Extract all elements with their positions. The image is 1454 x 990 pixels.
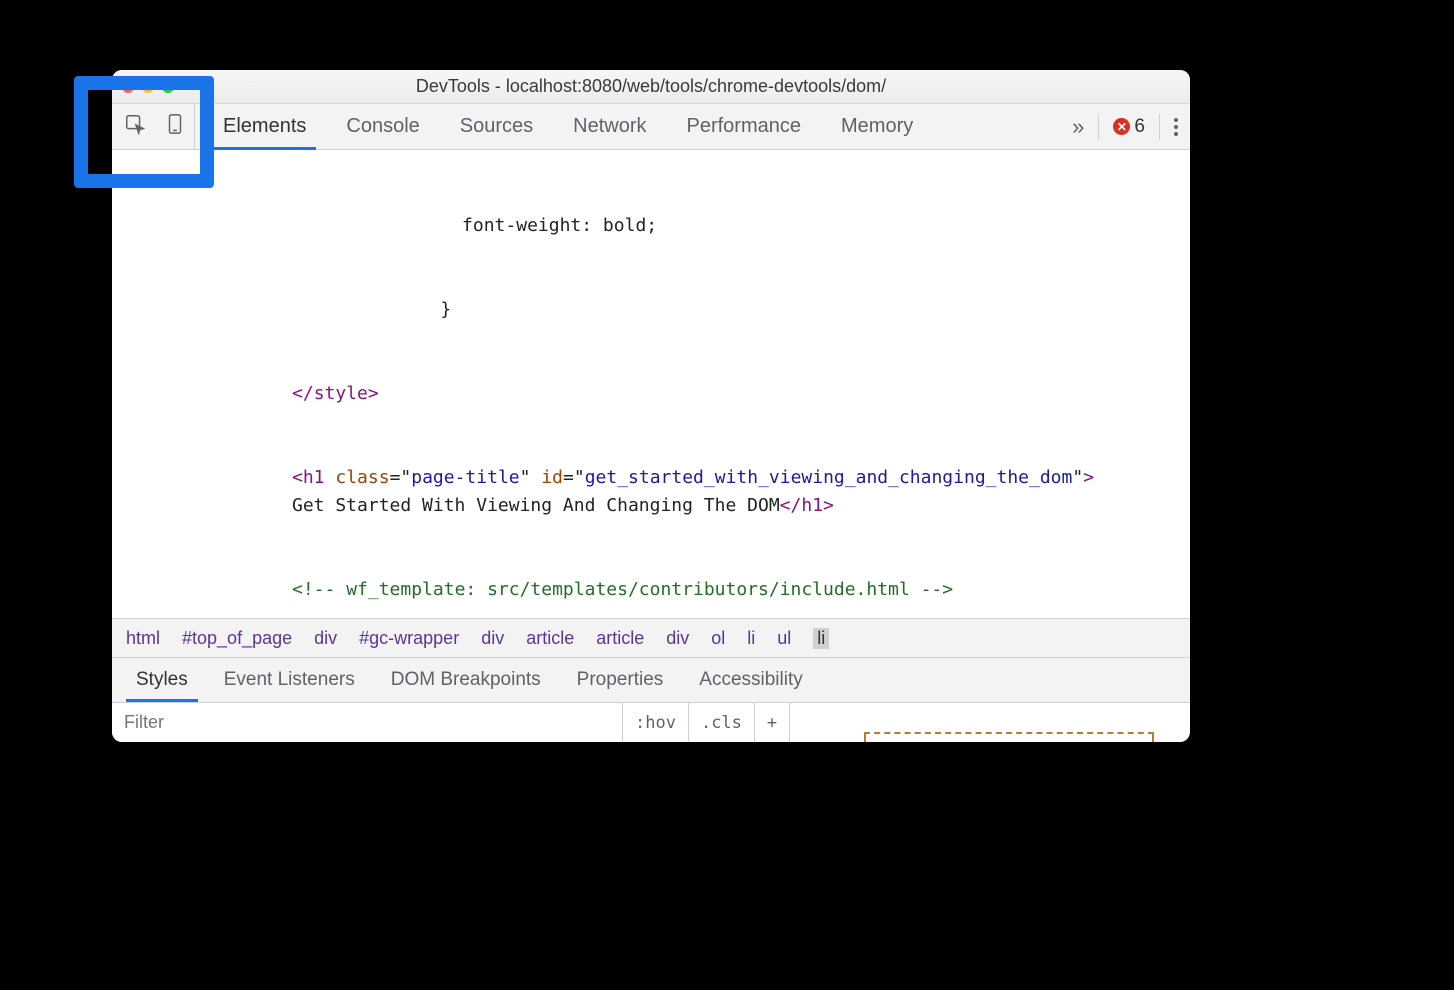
code-line[interactable]: font-weight: bold; [112, 212, 1190, 240]
tab-network[interactable]: Network [553, 104, 666, 149]
code-line[interactable]: <!-- wf_template: src/templates/contribu… [112, 576, 1190, 604]
crumb[interactable]: article [596, 628, 644, 649]
elements-tree[interactable]: font-weight: bold; } </style> <h1 class=… [112, 150, 1190, 618]
crumb[interactable]: article [526, 628, 574, 649]
styles-filter-row: :hov .cls + [112, 702, 1190, 742]
styles-tab-styles[interactable]: Styles [118, 658, 206, 702]
settings-menu-button[interactable] [1159, 114, 1178, 140]
hov-toggle[interactable]: :hov [622, 703, 688, 742]
tab-console[interactable]: Console [326, 104, 439, 149]
devtools-window: DevTools - localhost:8080/web/tools/chro… [112, 70, 1190, 742]
box-model-margin-outline [864, 732, 1154, 742]
tab-performance[interactable]: Performance [667, 104, 822, 149]
crumb[interactable]: #gc-wrapper [359, 628, 459, 649]
error-badge[interactable]: ✕ 6 [1098, 114, 1145, 140]
dom-breadcrumb[interactable]: html #top_of_page div #gc-wrapper div ar… [112, 618, 1190, 658]
styles-tabs: Styles Event Listeners DOM Breakpoints P… [112, 658, 1190, 702]
more-tabs-icon[interactable]: » [1072, 114, 1084, 140]
styles-tab-dombreakpoints[interactable]: DOM Breakpoints [373, 658, 559, 702]
crumb[interactable]: div [481, 628, 504, 649]
styles-tab-accessibility[interactable]: Accessibility [681, 658, 820, 702]
code-line[interactable]: <h1 class="page-title" id="get_started_w… [112, 464, 1190, 520]
tab-sources[interactable]: Sources [440, 104, 553, 149]
device-toggle-icon[interactable] [164, 113, 186, 141]
window-title: DevTools - localhost:8080/web/tools/chro… [112, 76, 1190, 97]
crumb[interactable]: div [666, 628, 689, 649]
crumb-selected[interactable]: li [813, 628, 829, 649]
error-icon: ✕ [1113, 118, 1130, 135]
crumb[interactable]: ol [711, 628, 725, 649]
code-line[interactable]: } [112, 296, 1190, 324]
tab-memory[interactable]: Memory [821, 104, 933, 149]
styles-tab-properties[interactable]: Properties [559, 658, 682, 702]
code-line[interactable]: </style> [112, 380, 1190, 408]
kebab-icon [1174, 118, 1178, 136]
crumb[interactable]: li [747, 628, 755, 649]
box-model-area [790, 703, 1190, 742]
main-toolbar: Elements Console Sources Network Perform… [112, 104, 1190, 150]
cls-toggle[interactable]: .cls [688, 703, 754, 742]
inspect-element-icon[interactable] [124, 113, 146, 141]
tab-elements[interactable]: Elements [203, 104, 326, 149]
crumb[interactable]: html [126, 628, 160, 649]
crumb[interactable]: div [314, 628, 337, 649]
crumb[interactable]: #top_of_page [182, 628, 292, 649]
title-bar: DevTools - localhost:8080/web/tools/chro… [112, 70, 1190, 104]
crumb[interactable]: ul [777, 628, 791, 649]
new-style-button[interactable]: + [754, 703, 789, 742]
main-tabs: Elements Console Sources Network Perform… [195, 104, 933, 149]
styles-filter-input[interactable] [112, 703, 622, 742]
styles-tab-eventlisteners[interactable]: Event Listeners [206, 658, 373, 702]
error-count: 6 [1134, 116, 1145, 138]
